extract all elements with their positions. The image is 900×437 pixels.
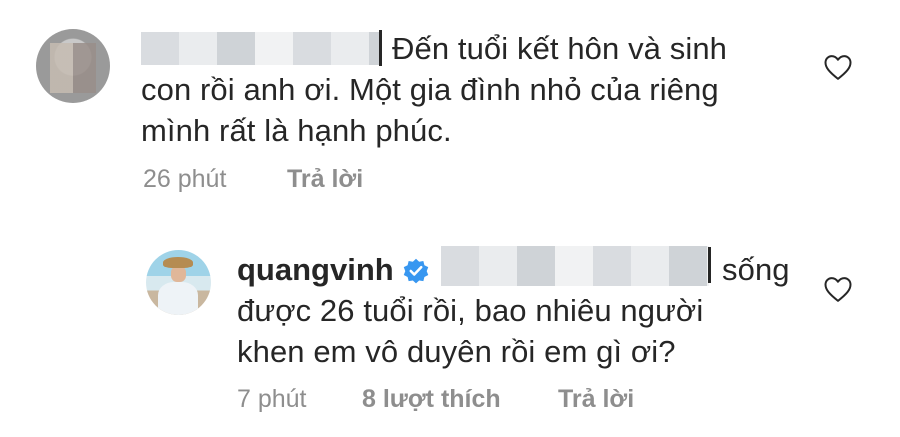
text-caret (708, 247, 711, 283)
heart-icon[interactable] (823, 53, 853, 81)
comment-text-line-2: được 26 tuổi rồi, bao nhiêu người (237, 293, 704, 328)
heart-icon[interactable] (823, 275, 853, 303)
comment-text-line-3: khen em vô duyên rồi em gì ơi? (237, 334, 676, 369)
avatar-hat (163, 257, 193, 268)
blurred-username (141, 32, 380, 65)
text-caret (379, 30, 382, 66)
avatar-face (171, 266, 186, 282)
comment-text-line-1: sống (722, 252, 790, 287)
avatar[interactable] (146, 250, 211, 315)
avatar-shirt (158, 282, 198, 315)
reply-button[interactable]: Trả lời (287, 165, 363, 194)
likes-count-link[interactable]: 8 lượt thích (362, 385, 501, 414)
reply-button[interactable]: Trả lời (558, 385, 634, 414)
verified-badge-icon (403, 258, 429, 284)
comment-text-line-2: con rồi anh ơi. Một gia đình nhỏ của riê… (141, 72, 719, 107)
username-link[interactable]: quangvinh (237, 252, 394, 288)
comment-text-line-3: mình rất là hạnh phúc. (141, 113, 452, 148)
comment-text-line-1: Đến tuổi kết hôn và sinh (392, 31, 727, 66)
blurred-avatar-image (50, 43, 96, 93)
comment-timestamp: 26 phút (143, 165, 227, 193)
comment-timestamp: 7 phút (237, 385, 307, 413)
avatar[interactable] (36, 29, 110, 103)
blurred-mention (441, 246, 709, 286)
